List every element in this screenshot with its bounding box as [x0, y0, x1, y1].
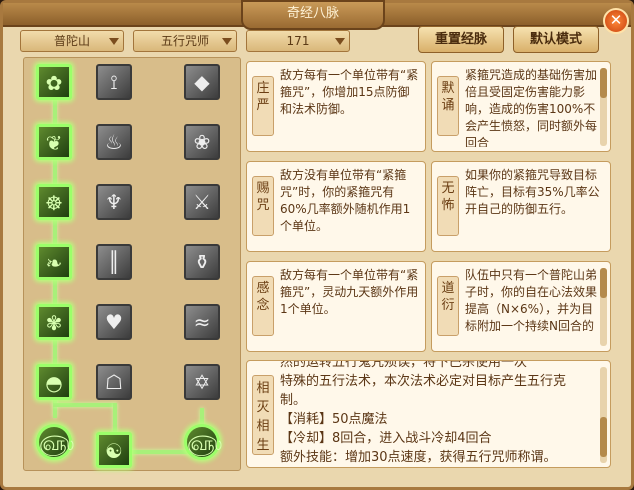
- skill-desc: 敌方没有单位带有“紧箍咒”时，你的紧箍咒有60%几率额外随机作用1个单位。: [280, 168, 411, 233]
- close-button[interactable]: ✕: [603, 8, 629, 34]
- skill-desc: 队伍中只有一个普陀山弟子时，你的自在心法效果提高（N×6%），并为目标附加一个持…: [465, 268, 597, 333]
- sweep-icon[interactable]: ⚔: [184, 184, 220, 220]
- chevron-down-icon: [109, 38, 119, 45]
- scrollbar-thumb[interactable]: [600, 268, 607, 298]
- scrollbar[interactable]: [600, 268, 607, 346]
- claw-icon[interactable]: ⟟: [96, 64, 132, 100]
- detail-line: 特殊的五行法术，本次法术必定对目标产生五行克: [280, 374, 567, 389]
- scrollbar-thumb[interactable]: [600, 417, 607, 457]
- skill-name: 相灭相生: [252, 375, 274, 455]
- value-dropdown[interactable]: 171: [246, 30, 350, 52]
- skill-detail-text: 然的运转五行鬼咒殒误，将下巴杀使用一次 特殊的五行法术，本次法术必定对目标产生五…: [280, 361, 598, 467]
- lotus-icon[interactable]: ✿: [36, 64, 72, 100]
- skill-name: 道衍: [437, 276, 459, 336]
- skill-name: 感念: [252, 276, 274, 336]
- active-path-link: [53, 403, 116, 407]
- bamboo-icon[interactable]: ║: [96, 244, 132, 280]
- skill-name: 无怖: [437, 176, 459, 236]
- school-dropdown[interactable]: 普陀山: [20, 30, 124, 52]
- spiral-right-icon[interactable]: ௵: [184, 424, 222, 460]
- scroll-icon[interactable]: ◆: [184, 64, 220, 100]
- skill-name: 庄严: [252, 76, 274, 136]
- skill-panel[interactable]: 默诵 紧箍咒造成的基础伤害加倍且受固定伤害能力影响，造成的伤害100%不会产生愤…: [431, 61, 611, 152]
- skill-detail-panel[interactable]: 相灭相生 然的运转五行鬼咒殒误，将下巴杀使用一次 特殊的五行法术，本次法术必定对…: [246, 360, 611, 468]
- skill-desc: 如果你的紧箍咒导致目标阵亡，目标有35%几率公开自己的防御五行。: [465, 168, 600, 216]
- pagoda-icon[interactable]: ☖: [96, 364, 132, 400]
- seated-buddha-icon[interactable]: ☸: [36, 184, 72, 220]
- skill-desc: 紧箍咒造成的基础伤害加倍且受固定伤害能力影响，造成的伤害100%不会产生愤怒，同…: [465, 68, 597, 147]
- chevron-down-icon: [222, 38, 232, 45]
- scrollbar[interactable]: [600, 367, 607, 463]
- chalice-icon[interactable]: ♨: [96, 124, 132, 160]
- skill-panel[interactable]: 赐咒 敌方没有单位带有“紧箍咒”时，你的紧箍咒有60%几率额外随机作用1个单位。: [246, 161, 426, 252]
- skill-panel[interactable]: 感念 敌方每有一个单位带有“紧箍咒”，灵动九天额外作用1个单位。: [246, 261, 426, 352]
- scrollbar-thumb[interactable]: [600, 68, 607, 98]
- window-title: 奇经八脉: [241, 0, 385, 30]
- pentagram-icon[interactable]: ✡: [184, 364, 220, 400]
- category-dropdown[interactable]: 五行咒师: [133, 30, 237, 52]
- skill-name: 默诵: [437, 76, 459, 136]
- skill-desc: 敌方每有一个单位带有“紧箍咒”，灵动九天额外作用1个单位。: [280, 268, 419, 316]
- default-mode-button[interactable]: 默认模式: [513, 26, 599, 53]
- skill-name: 赐咒: [252, 176, 274, 236]
- skill-panel[interactable]: 道衍 队伍中只有一个普陀山弟子时，你的自在心法效果提高（N×6%），并为目标附加…: [431, 261, 611, 352]
- lotus-bowl-icon[interactable]: ❀: [184, 124, 220, 160]
- reset-meridian-button[interactable]: 重置经脉: [418, 26, 504, 53]
- meridian-tree: ✿ ⟟ ◆ ❦ ♨ ❀ ☸ ♆ ⚔ ❧ ║ ⚱ ✾ ♥ ≈ ◓ ☖ ✡ ௵ ☯ …: [23, 57, 241, 471]
- stupa-icon[interactable]: ⚱: [184, 244, 220, 280]
- stone-icon[interactable]: ◓: [36, 364, 72, 400]
- wave-icon[interactable]: ≈: [184, 304, 220, 340]
- taiji-icon[interactable]: ☯: [96, 432, 132, 468]
- meridian-window: 奇经八脉 ✕ 普陀山 五行咒师 171 重置经脉 默认模式 ✿ ⟟ ◆ ❦ ♨ …: [0, 0, 634, 490]
- chevron-down-icon: [335, 38, 345, 45]
- detail-line: 额外技能：增加30点速度，获得五行咒师称谓。: [280, 450, 557, 465]
- spiral-icon[interactable]: ௵: [36, 424, 74, 460]
- flower-icon[interactable]: ✾: [36, 304, 72, 340]
- scrollbar[interactable]: [600, 68, 607, 146]
- leaf-icon[interactable]: ❧: [36, 244, 72, 280]
- category-dropdown-value: 五行咒师: [160, 34, 209, 48]
- detail-line: 【消耗】50点魔法: [280, 412, 388, 427]
- meditator-icon[interactable]: ♆: [96, 184, 132, 220]
- school-dropdown-value: 普陀山: [53, 34, 90, 48]
- skill-desc: 敌方每有一个单位带有“紧箍咒”，你增加15点防御和法术防御。: [280, 68, 419, 116]
- value-dropdown-value: 171: [286, 34, 310, 48]
- detail-line: 制。: [280, 393, 307, 408]
- skill-panel[interactable]: 无怖 如果你的紧箍咒导致目标阵亡，目标有35%几率公开自己的防御五行。: [431, 161, 611, 252]
- detail-line: 【冷却】8回合，进入战斗冷却4回合: [280, 431, 492, 446]
- vine-icon[interactable]: ❦: [36, 124, 72, 160]
- skill-panel[interactable]: 庄严 敌方每有一个单位带有“紧箍咒”，你增加15点防御和法术防御。: [246, 61, 426, 152]
- detail-line: 然的运转五行鬼咒殒误，将下巴杀使用一次: [280, 361, 528, 370]
- hearts-icon[interactable]: ♥: [96, 304, 132, 340]
